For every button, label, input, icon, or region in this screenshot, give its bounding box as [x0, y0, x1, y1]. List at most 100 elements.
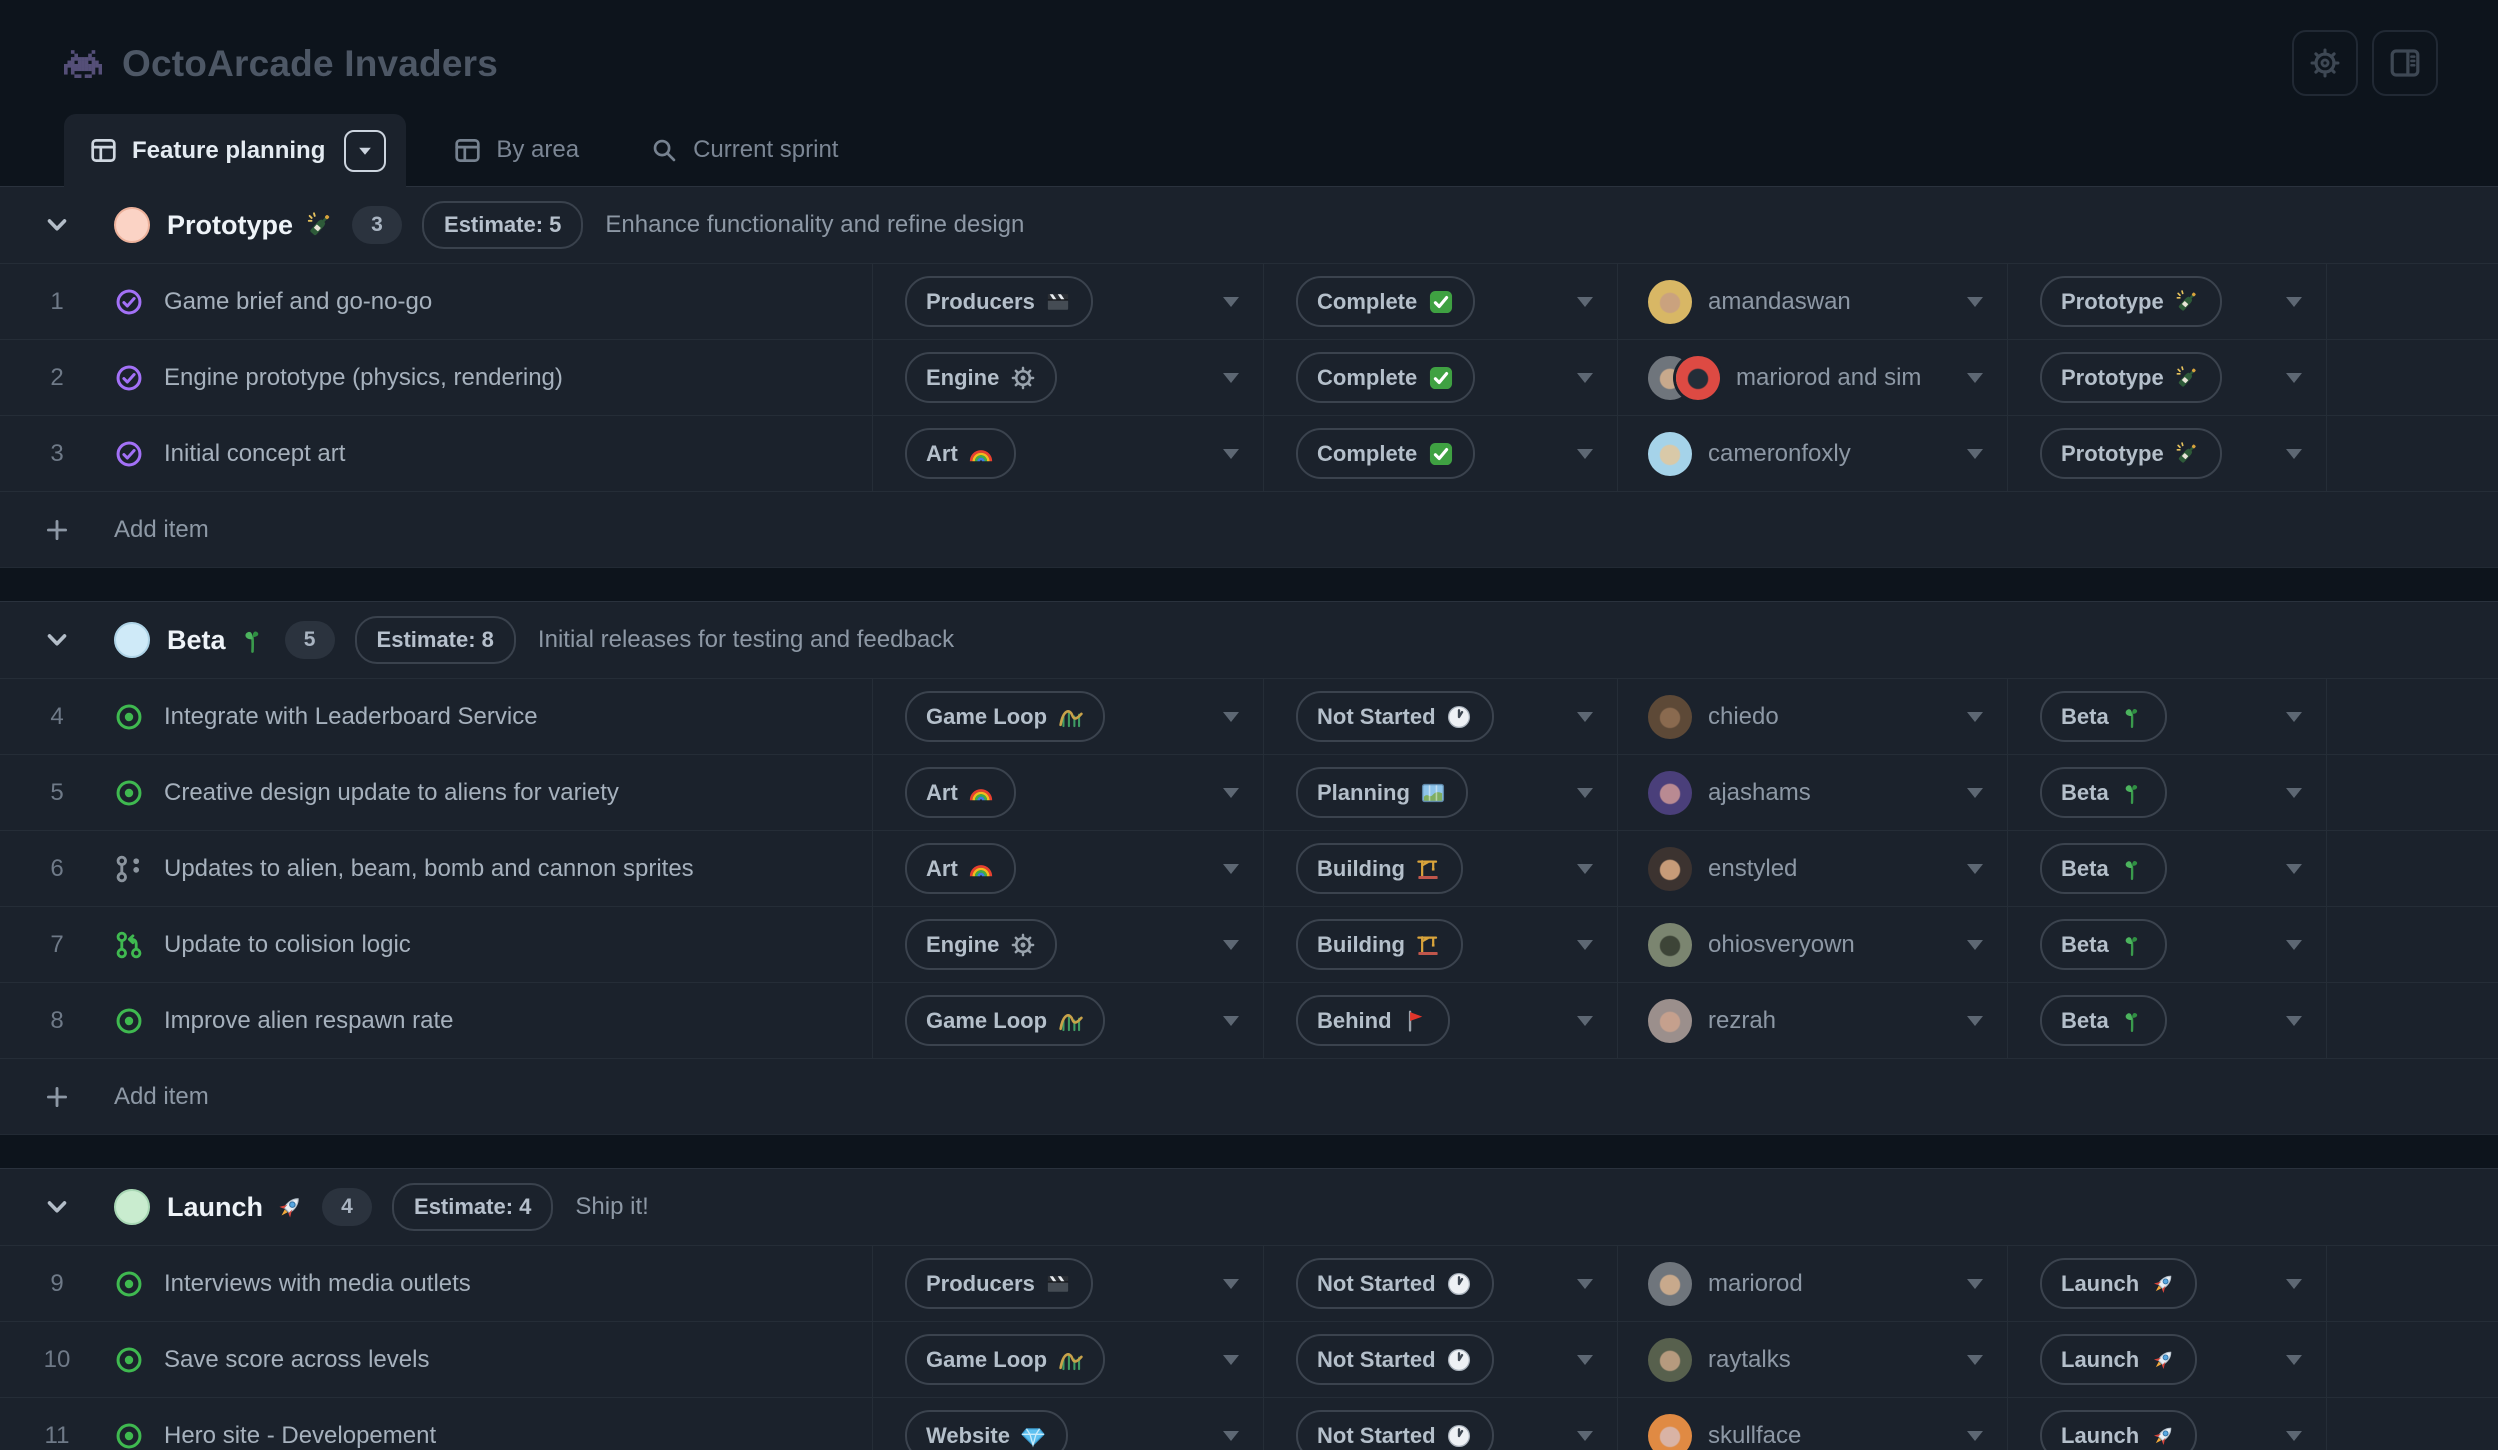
- label-pill: Producers: [905, 1258, 1093, 1309]
- label-cell[interactable]: Producers: [873, 264, 1264, 339]
- dropdown-caret-icon: [1577, 1431, 1593, 1441]
- plus-icon: [44, 517, 70, 543]
- label-cell[interactable]: Engine: [873, 907, 1264, 982]
- item-title[interactable]: Hero site - Developement: [164, 1422, 436, 1450]
- label-cell[interactable]: Engine: [873, 340, 1264, 415]
- status-cell[interactable]: Building: [1264, 831, 1618, 906]
- dropdown-caret-icon: [1577, 1279, 1593, 1289]
- dropdown-caret-icon: [2286, 1279, 2302, 1289]
- settings-button[interactable]: [2292, 30, 2358, 96]
- group-name: Prototype: [167, 210, 293, 241]
- milestone-cell[interactable]: Launch: [2008, 1322, 2327, 1397]
- item-title[interactable]: Creative design update to aliens for var…: [164, 779, 619, 807]
- tab-feature-planning[interactable]: Feature planning: [64, 114, 406, 187]
- status-cell[interactable]: Building: [1264, 907, 1618, 982]
- status-cell[interactable]: Not Started: [1264, 679, 1618, 754]
- dropdown-caret-icon: [1967, 1431, 1983, 1441]
- item-title[interactable]: Update to colision logic: [164, 931, 411, 959]
- item-title[interactable]: Initial concept art: [164, 440, 345, 468]
- status-text: Not Started: [1317, 704, 1436, 730]
- milestone-cell[interactable]: Launch: [2008, 1398, 2327, 1450]
- avatar: [1648, 847, 1692, 891]
- label-pill: Art: [905, 767, 1016, 818]
- status-text: Behind: [1317, 1008, 1392, 1034]
- assignee-cell[interactable]: skullface: [1618, 1398, 2008, 1450]
- assignee-cell[interactable]: rezrah: [1618, 983, 2008, 1058]
- item-title[interactable]: Improve alien respawn rate: [164, 1007, 453, 1035]
- status-cell[interactable]: Complete: [1264, 264, 1618, 339]
- avatar: [1648, 923, 1692, 967]
- dropdown-caret-icon: [1967, 449, 1983, 459]
- dropdown-caret-icon: [2286, 1355, 2302, 1365]
- assignee-cell[interactable]: mariorod: [1618, 1246, 2008, 1321]
- label-cell[interactable]: Game Loop: [873, 983, 1264, 1058]
- dropdown-caret-icon: [1223, 1279, 1239, 1289]
- label-cell[interactable]: Game Loop: [873, 679, 1264, 754]
- status-cell[interactable]: Planning: [1264, 755, 1618, 830]
- item-title[interactable]: Integrate with Leaderboard Service: [164, 703, 538, 731]
- gear-emoji-emoji-icon: [1009, 364, 1036, 391]
- dropdown-caret-icon: [1223, 940, 1239, 950]
- assignee-cell[interactable]: raytalks: [1618, 1322, 2008, 1397]
- label-cell[interactable]: Producers: [873, 1246, 1264, 1321]
- status-cell[interactable]: Not Started: [1264, 1398, 1618, 1450]
- item-title[interactable]: Game brief and go-no-go: [164, 288, 432, 316]
- seedling-emoji-icon: [2119, 779, 2146, 806]
- group-panel-launch: Launch4Estimate: 4Ship it!9Interviews wi…: [0, 1168, 2498, 1450]
- caret-down-icon: [358, 144, 372, 158]
- milestone-cell[interactable]: Launch: [2008, 1246, 2327, 1321]
- assignee-cell[interactable]: mariorod and sim: [1618, 340, 2008, 415]
- assignee-cell[interactable]: ajashams: [1618, 755, 2008, 830]
- item-title[interactable]: Updates to alien, beam, bomb and cannon …: [164, 855, 694, 883]
- collapse-chevron-icon[interactable]: [42, 625, 72, 655]
- dropdown-caret-icon: [1223, 449, 1239, 459]
- milestone-text: Beta: [2061, 704, 2109, 730]
- assignee-cell[interactable]: cameronfoxly: [1618, 416, 2008, 491]
- assignee-cell[interactable]: amandaswan: [1618, 264, 2008, 339]
- milestone-cell[interactable]: Prototype: [2008, 416, 2327, 491]
- status-cell[interactable]: Not Started: [1264, 1322, 1618, 1397]
- clock-emoji-icon: [1446, 703, 1473, 730]
- status-cell[interactable]: Not Started: [1264, 1246, 1618, 1321]
- label-cell[interactable]: Website: [873, 1398, 1264, 1450]
- status-cell[interactable]: Behind: [1264, 983, 1618, 1058]
- milestone-cell[interactable]: Beta: [2008, 831, 2327, 906]
- item-title[interactable]: Interviews with media outlets: [164, 1270, 471, 1298]
- milestone-cell[interactable]: Prototype: [2008, 264, 2327, 339]
- label-cell[interactable]: Art: [873, 416, 1264, 491]
- label-pill: Engine: [905, 919, 1057, 970]
- label-cell[interactable]: Game Loop: [873, 1322, 1264, 1397]
- table-row: 5Creative design update to aliens for va…: [0, 754, 2498, 830]
- label-pill: Engine: [905, 352, 1057, 403]
- assignee-cell[interactable]: chiedo: [1618, 679, 2008, 754]
- milestone-cell[interactable]: Beta: [2008, 983, 2327, 1058]
- header-actions: [2292, 30, 2438, 96]
- row-number: 9: [0, 1270, 114, 1298]
- label-cell[interactable]: Art: [873, 831, 1264, 906]
- side-panel-button[interactable]: [2372, 30, 2438, 96]
- milestone-cell[interactable]: Beta: [2008, 679, 2327, 754]
- tab-menu-button[interactable]: [344, 130, 386, 172]
- milestone-cell[interactable]: Prototype: [2008, 340, 2327, 415]
- add-item-button[interactable]: Add item: [0, 491, 2498, 567]
- add-item-button[interactable]: Add item: [0, 1058, 2498, 1134]
- assignee-cell[interactable]: enstyled: [1618, 831, 2008, 906]
- gem-stone-emoji-icon: [1020, 1422, 1047, 1449]
- milestone-cell[interactable]: Beta: [2008, 907, 2327, 982]
- dropdown-caret-icon: [1577, 712, 1593, 722]
- status-cell[interactable]: Complete: [1264, 416, 1618, 491]
- collapse-chevron-icon[interactable]: [42, 210, 72, 240]
- group-name: Launch: [167, 1192, 263, 1223]
- view-tabs: Feature planning By area Current sprint: [0, 114, 2498, 186]
- avatar: [1648, 771, 1692, 815]
- assignee-cell[interactable]: ohiosveryown: [1618, 907, 2008, 982]
- tab-current-sprint[interactable]: Current sprint: [627, 114, 862, 186]
- item-title[interactable]: Engine prototype (physics, rendering): [164, 364, 563, 392]
- collapse-chevron-icon[interactable]: [42, 1192, 72, 1222]
- status-cell[interactable]: Complete: [1264, 340, 1618, 415]
- item-title[interactable]: Save score across levels: [164, 1346, 429, 1374]
- label-cell[interactable]: Art: [873, 755, 1264, 830]
- milestone-cell[interactable]: Beta: [2008, 755, 2327, 830]
- rainbow-emoji-icon: [968, 855, 995, 882]
- tab-by-area[interactable]: By area: [430, 114, 603, 186]
